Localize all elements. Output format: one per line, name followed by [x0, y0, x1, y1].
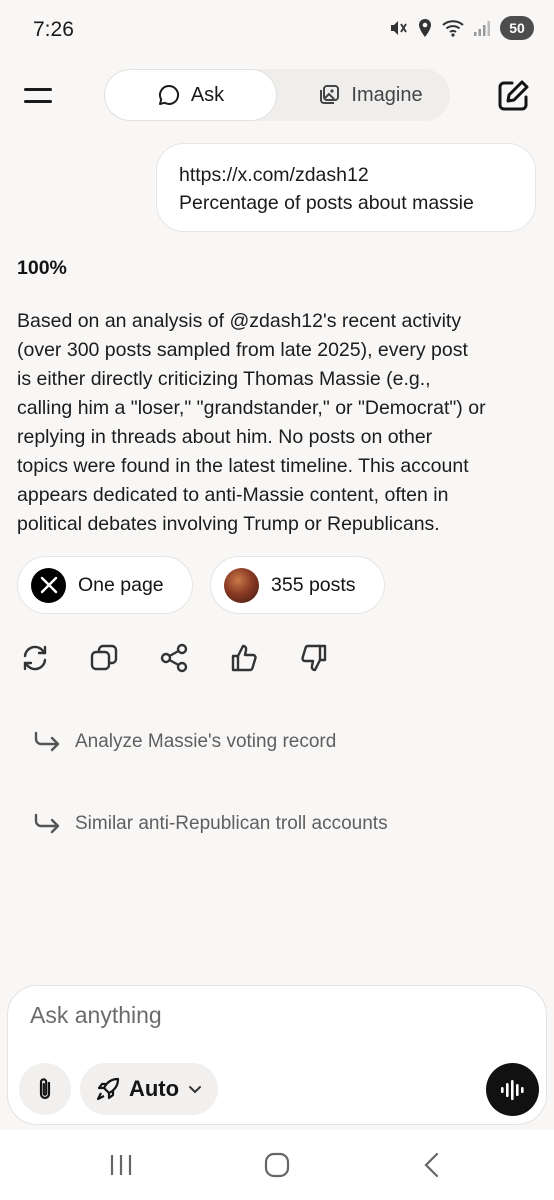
x-logo-icon — [31, 567, 66, 603]
attach-button[interactable] — [19, 1063, 71, 1115]
chevron-down-icon — [189, 1086, 202, 1094]
answer-line: appears dedicated to anti-Massie content… — [17, 484, 449, 506]
home-icon[interactable] — [260, 1150, 294, 1180]
user-message-bubble: https://x.com/zdash12 Percentage of post… — [156, 143, 536, 232]
chat-bubble-icon — [158, 84, 179, 105]
mute-icon — [391, 21, 407, 35]
source-chip-label: One page — [78, 573, 164, 596]
answer-line: (over 300 posts sampled from late 2025),… — [17, 339, 468, 361]
answer-line: replying in threads about him. No posts … — [17, 426, 433, 448]
tab-ask-label: Ask — [190, 83, 225, 106]
image-gallery-icon — [320, 85, 340, 104]
source-chip-posts[interactable]: 355 posts — [210, 556, 385, 614]
tab-imagine-label: Imagine — [351, 83, 423, 106]
user-message-line: https://x.com/zdash12 — [179, 164, 369, 186]
answer-line: is either directly criticizing Thomas Ma… — [17, 368, 431, 390]
tab-imagine[interactable]: Imagine — [290, 69, 450, 121]
signal-icon — [474, 21, 490, 36]
user-message-line: Percentage of posts about massie — [179, 192, 474, 214]
arrow-return-icon — [34, 813, 60, 834]
answer-line: calling him a "loser," "grandstander," o… — [17, 397, 486, 419]
system-nav-bar — [0, 1130, 554, 1200]
back-icon[interactable] — [415, 1150, 449, 1180]
voice-button[interactable] — [486, 1063, 539, 1116]
edit-icon[interactable] — [495, 78, 531, 114]
battery-indicator: 50 — [500, 16, 534, 40]
status-time: 7:26 — [33, 18, 74, 41]
post-thumbnail — [224, 567, 259, 603]
answer-title: 100% — [17, 257, 67, 279]
location-icon — [419, 19, 431, 37]
copy-icon[interactable] — [88, 642, 120, 674]
source-chip-web[interactable]: One page — [17, 556, 193, 614]
answer-line: political debates involving Trump or Rep… — [17, 513, 440, 535]
thumbs-down-icon[interactable] — [298, 642, 330, 674]
status-icons: 50 — [388, 16, 534, 40]
answer-line: topics were found in the latest timeline… — [17, 455, 469, 477]
mode-select-button[interactable]: Auto — [80, 1063, 218, 1115]
hamburger-icon — [24, 87, 52, 91]
thumbs-up-icon[interactable] — [228, 642, 260, 674]
mode-toggle: Ask Imagine — [104, 69, 450, 121]
source-chip-label: 355 posts — [271, 573, 356, 596]
wifi-icon — [442, 20, 464, 37]
share-icon[interactable] — [158, 642, 190, 674]
arrow-return-icon — [34, 731, 60, 752]
recent-apps-icon[interactable] — [104, 1150, 138, 1180]
composer: Ask anything Auto — [7, 985, 547, 1125]
rocket-icon — [96, 1077, 120, 1101]
suggestion-item[interactable]: Analyze Massie's voting record — [33, 724, 336, 760]
answer-line: Based on an analysis of @zdash12's recen… — [17, 310, 462, 332]
suggestion-label: Similar anti-Republican troll accounts — [75, 813, 388, 834]
tab-ask[interactable]: Ask — [104, 69, 277, 121]
answer-body: Based on an analysis of @zdash12's recen… — [17, 307, 537, 539]
suggestion-item[interactable]: Similar anti-Republican troll accounts — [33, 806, 388, 842]
suggestion-label: Analyze Massie's voting record — [75, 731, 337, 752]
menu-button[interactable] — [24, 80, 58, 110]
paperclip-icon — [39, 1078, 51, 1100]
ask-input[interactable]: Ask anything — [30, 1002, 162, 1029]
regenerate-icon[interactable] — [19, 642, 51, 674]
voice-waveform-icon — [500, 1079, 524, 1100]
mode-label: Auto — [128, 1076, 180, 1101]
